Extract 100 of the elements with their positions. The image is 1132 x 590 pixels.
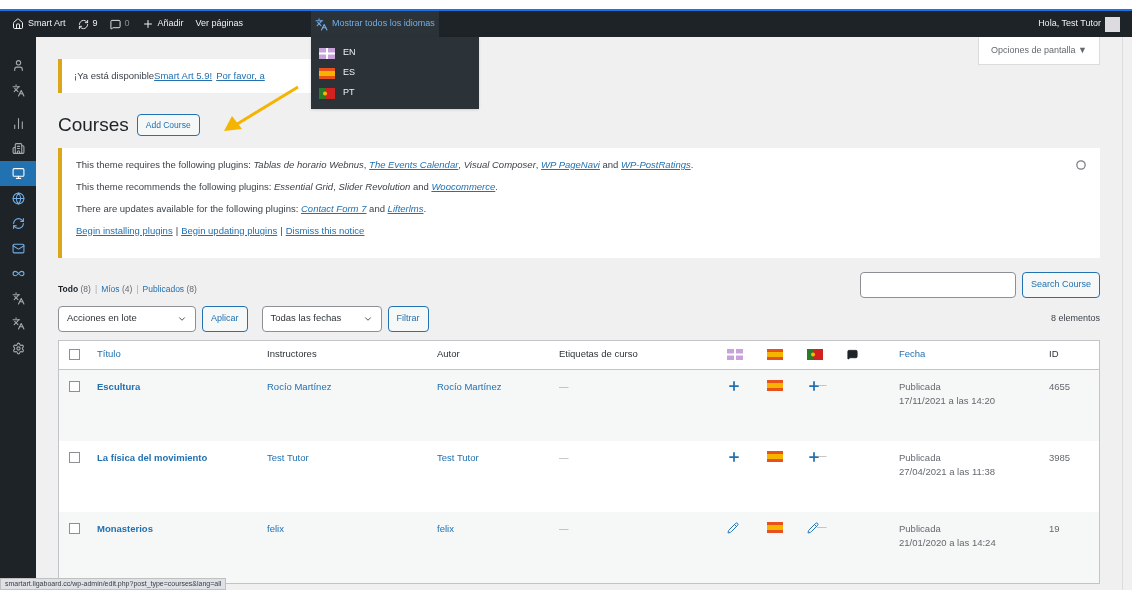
comment-icon[interactable] (109, 18, 121, 30)
date-text: 17/11/2021 a las 14:20 (899, 393, 996, 408)
instructor-link[interactable]: felix (267, 521, 437, 536)
dismiss-icon[interactable] (1076, 159, 1086, 170)
notice-link[interactable]: Smart Art 5.9! (154, 68, 213, 84)
status-text: Publicada (899, 521, 942, 536)
checkbox[interactable] (69, 522, 80, 534)
plugin-link[interactable]: Lifterlms (387, 202, 424, 214)
separator: | (135, 282, 140, 296)
monitor-icon (11, 167, 25, 180)
plugin-link[interactable]: WP PageNavi (541, 158, 600, 170)
flag-icon (319, 67, 336, 79)
plugin-link[interactable]: WP-PostRatings (621, 158, 691, 170)
notice-action-link[interactable]: Begin installing plugins (76, 219, 173, 242)
refresh-icon[interactable] (77, 18, 89, 30)
status-text: Publicada (899, 379, 942, 394)
date-text: 21/01/2020 a las 14:24 (899, 535, 997, 550)
page-title: Courses (58, 113, 129, 137)
view-filter-link[interactable]: Publicados (8) (142, 282, 197, 296)
translate-icon (11, 317, 25, 330)
bulk-actions-select[interactable]: Acciones en lote (58, 305, 196, 332)
notice-text: ¡Ya está disponible (74, 68, 155, 83)
author-link[interactable]: felix (437, 521, 559, 536)
author-link[interactable]: Test Tutor (437, 450, 559, 465)
flag-icon (767, 349, 783, 360)
column-header[interactable]: Título (97, 347, 267, 362)
separator: | (280, 223, 283, 238)
search-button[interactable]: Search Course (1021, 271, 1100, 298)
view-filter-link[interactable]: Todo (8) (58, 282, 91, 296)
table-cell: 4655 (1049, 379, 1071, 394)
sidebar-item[interactable] (0, 161, 36, 186)
column-header[interactable]: Fecha (899, 347, 1049, 362)
separator: | (93, 282, 99, 296)
languages-menu[interactable]: Mostrar todos los idiomas (311, 11, 439, 37)
comment-icon (847, 349, 858, 360)
date-text: 27/04/2021 a las 11:38 (899, 464, 996, 479)
column-header: ID (1049, 347, 1059, 362)
course-title-link[interactable]: La física del movimiento (97, 450, 267, 465)
course-title-link[interactable]: Monasterios (97, 521, 267, 536)
screen-options-button[interactable]: Opciones de pantalla ▼ (978, 37, 1100, 65)
building-icon (11, 142, 25, 155)
notice-message: This theme requires the following plugins: Tablas de horario Webnus, The Events Calendar, Visual Composer, WP PageNavi and WP-PostRatings. (76, 157, 694, 172)
column-header: Instructores (267, 347, 318, 362)
translate-icon (315, 17, 329, 31)
apply-button[interactable]: Aplicar (202, 305, 248, 332)
notice-action-link[interactable]: Begin updating plugins (181, 219, 278, 242)
view-filter-link[interactable]: Míos (4) (101, 282, 133, 296)
table-cell: 19 (1049, 521, 1060, 536)
mail-icon (11, 242, 25, 255)
language-item[interactable]: ES (311, 65, 480, 81)
flag-icon (807, 349, 823, 360)
table-cell-text: — (559, 521, 570, 536)
plus-icon[interactable] (807, 378, 821, 393)
table-cell: 3985 (1049, 450, 1071, 465)
updates-count[interactable]: 9 (92, 17, 98, 31)
pencil-icon[interactable] (807, 521, 819, 534)
notice-message: This theme recommends the following plugins: Essential Grid, Slider Revolution and Woocommerce. (76, 179, 498, 194)
checkbox[interactable] (69, 349, 80, 360)
avatar[interactable] (1105, 16, 1120, 32)
column-header: Autor (437, 347, 461, 362)
course-title-link[interactable]: Escultura (97, 379, 267, 394)
plus-icon[interactable] (141, 18, 154, 30)
checkbox[interactable] (69, 451, 80, 463)
instructor-link[interactable]: Rocío Martínez (267, 379, 437, 394)
spain-flag-icon (767, 380, 783, 391)
instructor-link[interactable]: Test Tutor (267, 450, 437, 465)
language-item[interactable]: PT (311, 85, 480, 101)
flag-icon (319, 87, 336, 99)
settings-icon (11, 342, 25, 355)
plugin-link[interactable]: The Events Calendar (369, 158, 459, 170)
dates-select[interactable]: Todas las fechas (261, 305, 382, 332)
notice-link[interactable]: Por favor, a (216, 68, 265, 84)
chart-icon (11, 117, 25, 130)
filter-button[interactable]: Filtrar (387, 305, 429, 332)
spain-flag-icon (767, 451, 783, 462)
new-link[interactable]: Añadir (157, 17, 184, 31)
plugin-link[interactable]: Contact Form 7 (301, 202, 367, 214)
comments-count[interactable]: 0 (124, 17, 130, 31)
table-cell: — (817, 449, 827, 464)
refresh-icon (11, 217, 25, 230)
pencil-icon[interactable] (727, 521, 739, 534)
flag-icon (727, 349, 743, 360)
author-link[interactable]: Rocío Martínez (437, 379, 559, 394)
table-cell: — (817, 520, 827, 535)
search-field[interactable] (859, 271, 1016, 298)
view-pages-link[interactable]: Ver páginas (195, 17, 244, 31)
items-count: 8 elementos (1050, 311, 1100, 325)
add-course-button[interactable]: Add Course (136, 114, 200, 137)
table-cell-text: — (559, 450, 570, 465)
notice-message: There are updates available for the following plugins: Contact Form 7 and Lifterlms. (76, 201, 427, 216)
home-icon[interactable] (12, 18, 24, 30)
greeting[interactable]: Hola, Test Tutor (1038, 17, 1101, 31)
plus-icon[interactable] (807, 449, 821, 464)
status-text: Publicada (899, 450, 942, 465)
checkbox[interactable] (69, 380, 80, 392)
plus-icon[interactable] (727, 449, 741, 464)
language-item[interactable]: EN (311, 45, 480, 61)
notice-action-link[interactable]: Dismiss this notice (285, 219, 365, 242)
plus-icon[interactable] (727, 378, 741, 393)
site-link[interactable]: Smart Art (28, 17, 66, 31)
